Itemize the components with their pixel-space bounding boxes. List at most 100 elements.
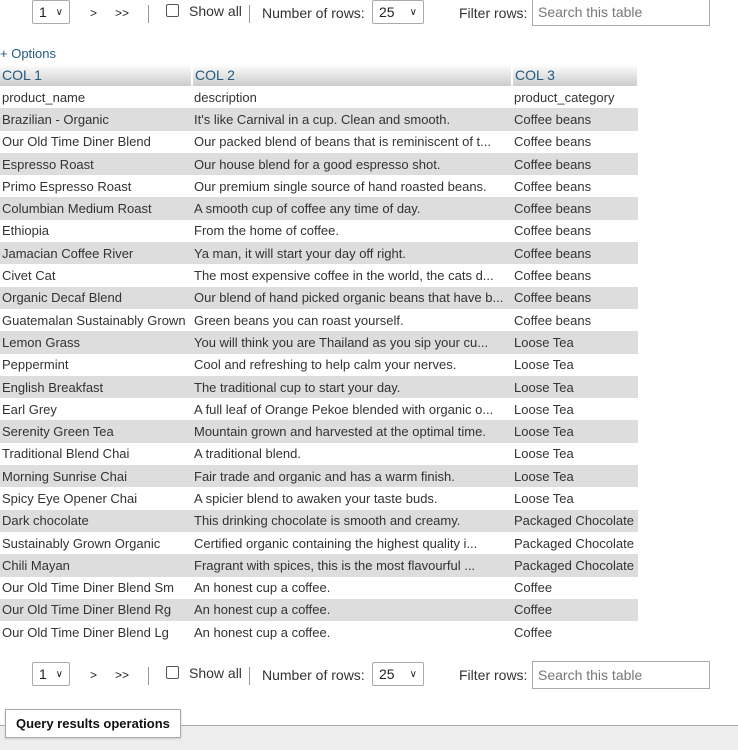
table-cell[interactable]: An honest cup a coffee.	[192, 621, 512, 643]
table-cell[interactable]: Our premium single source of hand roaste…	[192, 175, 512, 197]
table-cell[interactable]: Packaged Chocolate	[512, 532, 638, 554]
table-cell[interactable]: Our Old Time Diner Blend Lg	[0, 621, 192, 643]
table-cell[interactable]: Coffee beans	[512, 286, 638, 309]
table-cell[interactable]: Our Old Time Diner Blend Sm	[0, 577, 192, 599]
table-row: Civet Cat The most expensive coffee in th…	[0, 264, 638, 286]
table-cell[interactable]: This drinking chocolate is smooth and cr…	[192, 509, 512, 532]
table-cell[interactable]: Earl Grey	[0, 398, 192, 420]
table-cell[interactable]: Jamacian Coffee River	[0, 242, 192, 265]
table-cell[interactable]: Ethiopia	[0, 220, 192, 242]
table-cell[interactable]: Coffee	[512, 621, 638, 643]
table-cell[interactable]: Chili Mayan	[0, 554, 192, 577]
table-row: Primo Espresso Roast Our premium single s…	[0, 175, 638, 197]
table-row: Dark chocolate This drinking chocolate is…	[0, 509, 638, 532]
table-cell[interactable]: Our Old Time Diner Blend Rg	[0, 598, 192, 622]
table-cell[interactable]: Loose Tea	[512, 487, 638, 509]
table-row: product_name description product_category	[0, 86, 638, 108]
table-cell[interactable]: Morning Sunrise Chai	[0, 465, 192, 488]
table-cell[interactable]: Green beans you can roast yourself.	[192, 309, 512, 331]
table-cell[interactable]: Loose Tea	[512, 375, 638, 399]
table-cell[interactable]: Dark chocolate	[0, 509, 192, 532]
table-cell[interactable]: Our packed blend of beans that is remini…	[192, 131, 512, 153]
show-all-checkbox[interactable]	[166, 666, 179, 679]
rows-select[interactable]: 25 ∨	[372, 0, 424, 24]
rows-select[interactable]: 25 ∨	[372, 662, 424, 686]
last-page-button[interactable]: >>	[115, 6, 129, 20]
show-all-checkbox[interactable]	[166, 4, 179, 17]
table-cell[interactable]: Coffee beans	[512, 131, 638, 153]
table-cell[interactable]: Organic Decaf Blend	[0, 286, 192, 309]
table-cell[interactable]: Lemon Grass	[0, 331, 192, 354]
table-cell[interactable]: Traditional Blend Chai	[0, 443, 192, 465]
table-cell[interactable]: Peppermint	[0, 354, 192, 376]
table-cell[interactable]: English Breakfast	[0, 375, 192, 399]
page-select[interactable]: 1 ∨	[32, 0, 70, 24]
table-row: Our Old Time Diner Blend Lg An honest cup…	[0, 621, 638, 643]
table-cell[interactable]: Our house blend for a good espresso shot…	[192, 152, 512, 176]
column-header[interactable]: COL 1	[0, 64, 193, 86]
filter-input[interactable]	[532, 661, 710, 689]
table-cell[interactable]: A full leaf of Orange Pekoe blended with…	[192, 398, 512, 420]
table-cell[interactable]: Loose Tea	[512, 398, 638, 420]
table-cell[interactable]: Civet Cat	[0, 264, 192, 286]
table-cell[interactable]: Fragrant with spices, this is the most f…	[192, 554, 512, 577]
divider	[148, 5, 149, 23]
table-cell[interactable]: Coffee	[512, 577, 638, 599]
table-cell[interactable]: Brazilian - Organic	[0, 108, 192, 131]
table-cell[interactable]: Our blend of hand picked organic beans t…	[192, 286, 512, 309]
last-page-button[interactable]: >>	[115, 668, 129, 682]
table-cell[interactable]: A smooth cup of coffee any time of day.	[192, 197, 512, 220]
table-cell[interactable]: A traditional blend.	[192, 443, 512, 465]
table-cell[interactable]: product_name	[0, 86, 192, 108]
query-results-operations-tab[interactable]: Query results operations	[5, 709, 181, 738]
table-cell[interactable]: Sustainably Grown Organic	[0, 532, 192, 554]
column-header[interactable]: COL 2	[192, 64, 513, 86]
table-cell[interactable]: Our Old Time Diner Blend	[0, 131, 192, 153]
table-cell[interactable]: Loose Tea	[512, 420, 638, 443]
table-cell[interactable]: Fair trade and organic and has a warm fi…	[192, 465, 512, 488]
next-page-button[interactable]: >	[90, 668, 97, 682]
table-cell[interactable]: product_category	[512, 86, 638, 108]
table-cell[interactable]: An honest cup a coffee.	[192, 598, 512, 622]
table-cell[interactable]: Coffee beans	[512, 108, 638, 131]
table-cell[interactable]: It's like Carnival in a cup. Clean and s…	[192, 108, 512, 131]
column-header[interactable]: COL 3	[512, 64, 639, 86]
table-cell[interactable]: Cool and refreshing to help calm your ne…	[192, 354, 512, 376]
table-cell[interactable]: From the home of coffee.	[192, 220, 512, 242]
table-cell[interactable]: Mountain grown and harvested at the opti…	[192, 420, 512, 443]
table-row: Organic Decaf Blend Our blend of hand pic…	[0, 286, 638, 309]
next-page-button[interactable]: >	[90, 6, 97, 20]
table-cell[interactable]: Packaged Chocolate	[512, 509, 638, 532]
table-cell[interactable]: Coffee	[512, 598, 638, 622]
table-cell[interactable]: Coffee beans	[512, 220, 638, 242]
filter-input[interactable]	[532, 0, 710, 26]
table-cell[interactable]: Columbian Medium Roast	[0, 197, 192, 220]
table-cell[interactable]: Loose Tea	[512, 443, 638, 465]
table-cell[interactable]: Loose Tea	[512, 465, 638, 488]
rows-label: Number of rows:	[262, 667, 365, 683]
table-cell[interactable]: Loose Tea	[512, 354, 638, 376]
page-select[interactable]: 1 ∨	[32, 662, 70, 686]
table-cell[interactable]: Loose Tea	[512, 331, 638, 354]
table-cell[interactable]: The traditional cup to start your day.	[192, 375, 512, 399]
table-cell[interactable]: A spicier blend to awaken your taste bud…	[192, 487, 512, 509]
table-cell[interactable]: description	[192, 86, 512, 108]
table-cell[interactable]: An honest cup a coffee.	[192, 577, 512, 599]
table-cell[interactable]: The most expensive coffee in the world, …	[192, 264, 512, 286]
table-cell[interactable]: Certified organic containing the highest…	[192, 532, 512, 554]
options-toggle[interactable]: + Options	[0, 46, 56, 61]
table-cell[interactable]: Primo Espresso Roast	[0, 175, 192, 197]
table-cell[interactable]: Coffee beans	[512, 197, 638, 220]
table-cell[interactable]: Coffee beans	[512, 264, 638, 286]
table-cell[interactable]: Coffee beans	[512, 309, 638, 331]
table-cell[interactable]: Espresso Roast	[0, 152, 192, 176]
table-cell[interactable]: You will think you are Thailand as you s…	[192, 331, 512, 354]
table-cell[interactable]: Serenity Green Tea	[0, 420, 192, 443]
table-cell[interactable]: Coffee beans	[512, 152, 638, 176]
table-cell[interactable]: Guatemalan Sustainably Grown	[0, 309, 192, 331]
table-cell[interactable]: Ya man, it will start your day off right…	[192, 242, 512, 265]
table-cell[interactable]: Coffee beans	[512, 175, 638, 197]
table-cell[interactable]: Spicy Eye Opener Chai	[0, 487, 192, 509]
table-cell[interactable]: Coffee beans	[512, 242, 638, 265]
table-cell[interactable]: Packaged Chocolate	[512, 554, 638, 577]
